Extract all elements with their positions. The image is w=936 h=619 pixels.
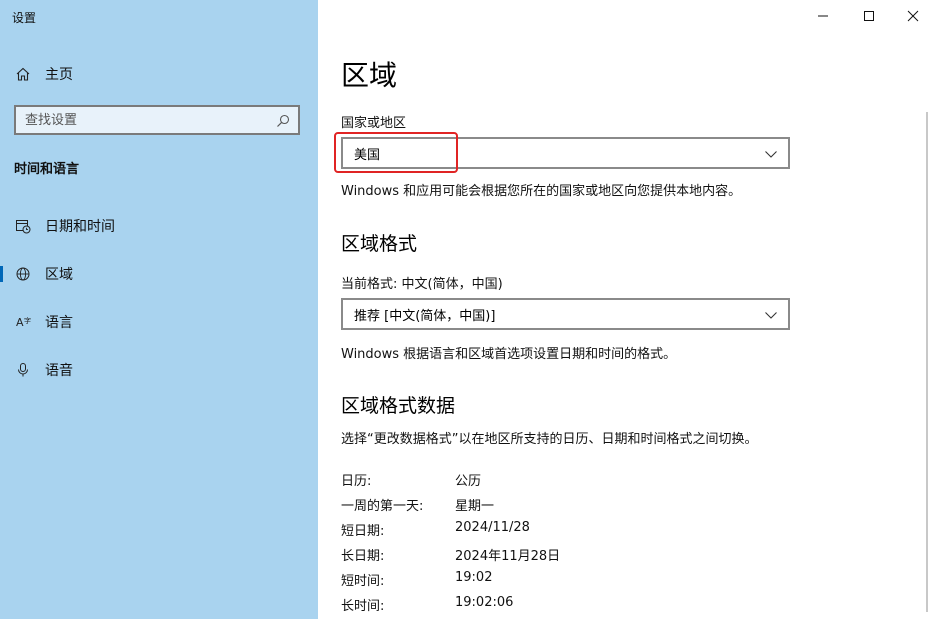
- short-date-value: 2024/11/28: [455, 520, 530, 535]
- search-box[interactable]: [14, 105, 300, 135]
- minimize-icon: [818, 15, 828, 17]
- sidebar: 设置 主页 时间和语言 日期和时间 区域 A字 语言 语音: [0, 0, 318, 619]
- country-description: Windows 和应用可能会根据您所在的国家或地区向您提供本地内容。: [341, 184, 742, 199]
- short-time-label: 短时间:: [341, 574, 385, 589]
- country-dropdown[interactable]: 美国: [341, 137, 790, 169]
- main-content: 区域 国家或地区 美国 Windows 和应用可能会根据您所在的国家或地区向您提…: [318, 0, 936, 619]
- maximize-icon: [864, 11, 874, 21]
- calendar-value: 公历: [455, 474, 482, 489]
- sidebar-item-date-time[interactable]: 日期和时间: [0, 206, 318, 246]
- country-label: 国家或地区: [341, 116, 407, 131]
- section-heading: 时间和语言: [14, 162, 80, 177]
- close-icon: [907, 10, 919, 22]
- short-time-value: 19:02: [455, 570, 493, 585]
- region-format-dropdown[interactable]: 推荐 [中文(简体，中国)]: [341, 298, 790, 330]
- sidebar-item-language[interactable]: A字 语言: [0, 302, 318, 342]
- sidebar-item-region[interactable]: 区域: [0, 254, 318, 294]
- sidebar-item-label: 语言: [45, 315, 73, 331]
- long-date-value: 2024年11月28日: [455, 549, 561, 564]
- long-date-label: 长日期:: [341, 549, 385, 564]
- region-format-data-heading: 区域格式数据: [341, 395, 456, 417]
- first-day-label: 一周的第一天:: [341, 499, 424, 514]
- first-day-value: 星期一: [455, 499, 495, 514]
- calendar-label: 日历:: [341, 474, 372, 489]
- region-format-data-description: 选择“更改数据格式”以在地区所支持的日历、日期和时间格式之间切换。: [341, 432, 758, 447]
- chevron-down-icon: [765, 151, 777, 158]
- minimize-button[interactable]: [800, 0, 846, 32]
- microphone-icon: [14, 361, 32, 379]
- chevron-down-icon: [765, 312, 777, 319]
- maximize-button[interactable]: [846, 0, 892, 32]
- sidebar-item-label: 语音: [45, 363, 73, 379]
- svg-text:字: 字: [24, 316, 31, 325]
- language-icon: A字: [14, 313, 32, 331]
- sidebar-item-home[interactable]: 主页: [0, 54, 318, 94]
- page-title: 区域: [341, 59, 398, 92]
- app-title: 设置: [12, 11, 37, 25]
- short-date-label: 短日期:: [341, 524, 385, 539]
- current-format-label: 当前格式: 中文(简体，中国): [341, 277, 503, 292]
- sidebar-item-label: 日期和时间: [45, 219, 115, 235]
- region-format-description: Windows 根据语言和区域首选项设置日期和时间的格式。: [341, 347, 677, 362]
- long-time-label: 长时间:: [341, 599, 385, 614]
- globe-icon: [14, 265, 32, 283]
- calendar-clock-icon: [14, 217, 32, 235]
- home-icon: [14, 65, 32, 83]
- svg-text:A: A: [16, 316, 24, 329]
- sidebar-item-label: 区域: [45, 267, 73, 283]
- region-format-value: 推荐 [中文(简体，中国)]: [354, 308, 496, 324]
- country-value: 美国: [354, 147, 381, 163]
- search-icon[interactable]: [276, 113, 290, 127]
- search-input[interactable]: [16, 108, 256, 132]
- scrollbar[interactable]: [926, 112, 928, 612]
- close-button[interactable]: [890, 0, 936, 32]
- long-time-value: 19:02:06: [455, 595, 514, 610]
- sidebar-item-speech[interactable]: 语音: [0, 350, 318, 390]
- sidebar-item-label: 主页: [45, 67, 73, 83]
- region-format-heading: 区域格式: [341, 233, 418, 255]
